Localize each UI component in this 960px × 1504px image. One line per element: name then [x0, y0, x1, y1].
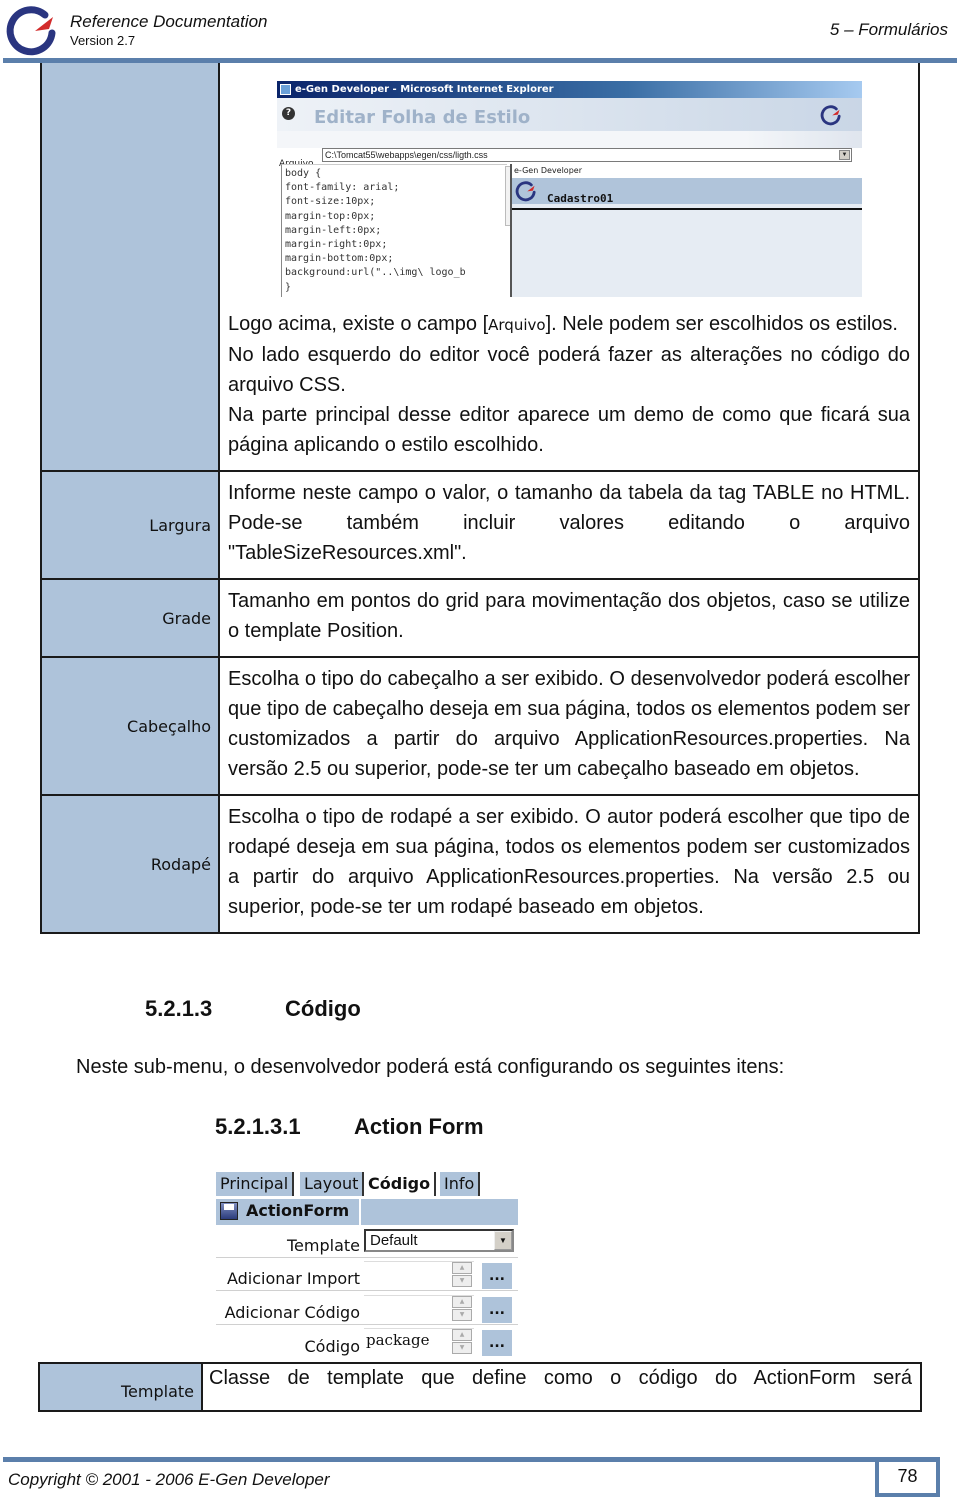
- field-label: Adicionar Código: [224, 1303, 360, 1322]
- preview-app-name: e-Gen Developer: [512, 164, 862, 178]
- scroll-spinner[interactable]: ▲ ▼: [452, 1262, 472, 1288]
- subsection-title: Action Form: [354, 1114, 484, 1139]
- row-label: Rodapé: [40, 794, 220, 934]
- label-cell: [40, 63, 220, 472]
- scroll-spinner[interactable]: ▲ ▼: [452, 1329, 472, 1355]
- egen-logo-icon: [6, 6, 56, 56]
- table-row: e-Gen Developer - Microsoft Internet Exp…: [40, 63, 920, 472]
- table-row: Largura Informe neste campo o valor, o t…: [40, 470, 920, 580]
- section-heading: 5.2.1.3 Código: [145, 996, 361, 1022]
- template-select-value: Default: [370, 1232, 418, 1249]
- tab-layout[interactable]: Layout: [300, 1172, 365, 1196]
- section-number: 5.2.1.3: [145, 996, 213, 1021]
- tab-codigo[interactable]: Código: [364, 1172, 437, 1196]
- scroll-down-icon[interactable]: ▼: [452, 1309, 472, 1321]
- row-label: Grade: [40, 578, 220, 658]
- description-cell: e-Gen Developer - Microsoft Internet Exp…: [218, 63, 920, 472]
- scroll-spinner[interactable]: ▲ ▼: [452, 1296, 472, 1322]
- preview-rule: [512, 208, 862, 210]
- intro-text-part: Logo acima, existe o campo [: [228, 313, 489, 335]
- intro-line-2: No lado esquerdo do editor você poderá f…: [228, 344, 910, 396]
- window-title: e-Gen Developer - Microsoft Internet Exp…: [277, 81, 862, 98]
- table-row: Grade Tamanho em pontos do grid para mov…: [40, 578, 920, 658]
- field-label: Adicionar Import: [226, 1269, 360, 1288]
- style-editor-screenshot: e-Gen Developer - Microsoft Internet Exp…: [277, 81, 862, 297]
- copyright-text: Copyright © 2001 - 2006 E-Gen Developer: [8, 1470, 330, 1489]
- intro-text: Logo acima, existe o campo [Arquivo]. Ne…: [228, 309, 910, 340]
- intro-text-part: ]. Nele podem ser escolhidos os estilos.: [545, 313, 898, 335]
- row-label: Largura: [40, 470, 220, 580]
- section-title: Código: [285, 996, 361, 1021]
- ie-window-icon: [280, 84, 291, 95]
- footer-rule: [3, 1457, 938, 1462]
- tab-info[interactable]: Info: [440, 1172, 481, 1196]
- scroll-up-icon[interactable]: ▲: [452, 1296, 472, 1308]
- form-row-adicionar-codigo: Adicionar Código ▲ ▼ ...: [216, 1292, 518, 1325]
- css-code: body { font-family: arial; font-size:10p…: [285, 168, 466, 293]
- field-reference: Arquivo: [488, 316, 546, 334]
- template-select[interactable]: Default ▼: [364, 1229, 514, 1252]
- preview-header-bar: Cadastro01: [512, 178, 862, 205]
- save-disk-icon: [220, 1202, 238, 1220]
- file-select-value: C:\Tomcat55\webapps\egen/css/ligth.css: [325, 150, 488, 160]
- style-preview: e-Gen Developer Cadastro01: [510, 164, 862, 297]
- fields-table: e-Gen Developer - Microsoft Internet Exp…: [40, 63, 920, 934]
- tab-principal[interactable]: Principal: [216, 1172, 295, 1196]
- row-description: Escolha o tipo de rodapé a ser exibido. …: [218, 794, 920, 934]
- scroll-down-icon[interactable]: ▼: [452, 1275, 472, 1287]
- css-code-editor[interactable]: body { font-family: arial; font-size:10p…: [281, 164, 507, 297]
- scroll-up-icon[interactable]: ▲: [452, 1329, 472, 1341]
- row-description: Informe neste campo o valor, o tamanho d…: [218, 470, 920, 580]
- help-icon[interactable]: ?: [282, 107, 295, 120]
- field-label: Código: [304, 1337, 360, 1356]
- form-row-template: Template Default ▼: [216, 1225, 518, 1258]
- row-description: Tamanho em pontos do grid para movimenta…: [218, 578, 920, 658]
- file-select[interactable]: C:\Tomcat55\webapps\egen/css/ligth.css ▼: [322, 148, 852, 162]
- row-description: Escolha o tipo do cabeçalho a ser exibid…: [218, 656, 920, 796]
- editor-title: Editar Folha de Estilo: [314, 107, 531, 128]
- scroll-down-icon[interactable]: ▼: [452, 1342, 472, 1354]
- table-row: Rodapé Escolha o tipo de rodapé a ser ex…: [40, 794, 920, 934]
- subsection-number: 5.2.1.3.1: [215, 1114, 301, 1139]
- row-label: Cabeçalho: [40, 656, 220, 796]
- scroll-up-icon[interactable]: ▲: [452, 1262, 472, 1274]
- chevron-down-icon[interactable]: ▼: [494, 1231, 512, 1250]
- header-divider: [359, 1199, 361, 1225]
- egen-logo-icon: [820, 105, 841, 126]
- row-description: Classe de template que define como o cód…: [201, 1362, 922, 1412]
- intro-line-3: Na parte principal desse editor aparece …: [228, 404, 910, 456]
- page-number: 78: [875, 1457, 940, 1497]
- row-label: Template: [38, 1362, 203, 1412]
- section-paragraph: Neste sub-menu, o desenvolvedor poderá e…: [76, 1056, 785, 1078]
- panel-header: ActionForm: [216, 1199, 518, 1225]
- form-row-adicionar-import: Adicionar Import ▲ ▼ ...: [216, 1258, 518, 1291]
- chevron-down-icon[interactable]: ▼: [839, 150, 850, 160]
- browse-button[interactable]: ...: [482, 1297, 512, 1323]
- file-row: Arquivo C:\Tomcat55\webapps\egen/css/lig…: [279, 148, 859, 169]
- panel-title: ActionForm: [246, 1201, 350, 1220]
- document-title: Reference Documentation: [70, 12, 268, 31]
- chapter-title: 5 – Formulários: [829, 20, 948, 39]
- tab-bar: Principal Layout Código Info: [214, 1172, 484, 1196]
- subsection-heading: 5.2.1.3.1 Action Form: [215, 1114, 484, 1140]
- action-form-fields-table: Template Classe de template que define c…: [38, 1362, 922, 1412]
- editor-header: ? Editar Folha de Estilo: [277, 98, 862, 131]
- egen-logo-icon: [515, 181, 536, 202]
- browse-button[interactable]: ...: [482, 1330, 512, 1356]
- document-version: Version 2.7: [70, 33, 136, 48]
- editor-band: [277, 131, 862, 148]
- browse-button[interactable]: ...: [482, 1263, 512, 1289]
- table-row: Template Classe de template que define c…: [38, 1362, 922, 1412]
- field-label: Template: [286, 1236, 360, 1255]
- action-form-screenshot: Principal Layout Código Info ActionForm …: [214, 1172, 519, 1358]
- form-row-codigo: Código package ▲ ▼ ...: [216, 1325, 518, 1358]
- table-row: Cabeçalho Escolha o tipo do cabeçalho a …: [40, 656, 920, 796]
